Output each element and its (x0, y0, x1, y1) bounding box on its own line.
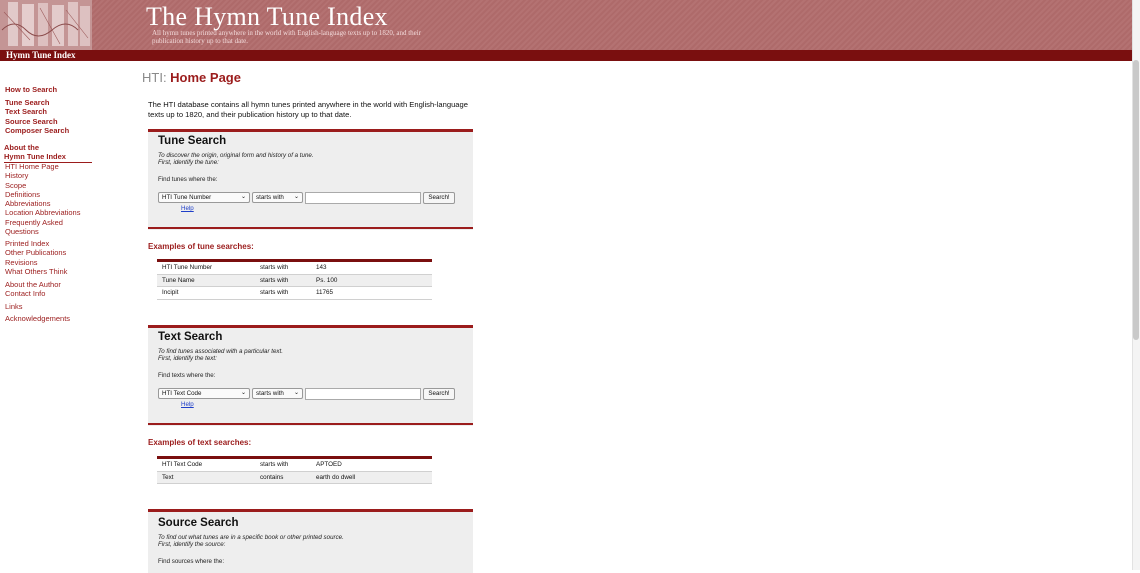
sidebar-item-acknowledgements[interactable]: Acknowledgements (5, 314, 70, 323)
tune-panel-bottom-rule (148, 227, 473, 229)
tune-field-select[interactable]: HTI Tune Number ⌄ (158, 192, 250, 203)
cell-field: HTI Text Code (162, 461, 203, 468)
sidebar-item-source-search[interactable]: Source Search (5, 117, 69, 126)
text-op-select[interactable]: starts with ⌄ (252, 388, 303, 399)
cell-field: Incipit (162, 289, 179, 296)
sidebar-item-location-abbreviations[interactable]: Location Abbreviations (5, 208, 80, 217)
text-search-desc2: First, identify the text: (158, 355, 217, 362)
text-search-panel: Text Search To find tunes associated wit… (148, 325, 473, 426)
page-title-prefix: HTI: (142, 70, 171, 85)
sidebar-item-faq-line2[interactable]: Questions (5, 227, 80, 236)
table-row[interactable]: HTI Text Code starts with APTOED (157, 459, 432, 472)
text-search-input[interactable] (305, 387, 421, 400)
sidebar-item-how-to-search[interactable]: How to Search (5, 85, 57, 94)
sidebar-group-author: About the Author Contact Info (5, 280, 61, 299)
tune-examples-heading: Examples of tune searches: (148, 242, 254, 251)
text-examples-heading: Examples of text searches: (148, 438, 252, 447)
text-op-select-value: starts with (256, 390, 284, 397)
cell-op: contains (260, 473, 284, 481)
header-bar (0, 50, 1132, 61)
sidebar-item-revisions[interactable]: Revisions (5, 258, 67, 267)
sidebar-item-scope[interactable]: Scope (5, 181, 80, 190)
text-field-select[interactable]: HTI Text Code ⌄ (158, 388, 250, 399)
tune-field-select-value: HTI Tune Number (162, 194, 212, 201)
chevron-down-icon: ⌄ (293, 194, 299, 200)
sidebar-item-faq[interactable]: Frequently Asked (5, 218, 80, 227)
sidebar-item-what-others-think[interactable]: What Others Think (5, 267, 67, 276)
sidebar-group-about: HTI Home Page History Scope Definitions … (5, 162, 80, 236)
source-search-panel: Source Search To find out what tunes are… (148, 509, 473, 573)
tune-search-button[interactable]: Search! (423, 191, 455, 204)
sidebar-about-line1: About the (4, 143, 39, 152)
sidebar-item-other-publications[interactable]: Other Publications (5, 248, 67, 257)
site-title: The Hymn Tune Index (146, 2, 388, 31)
header-bar-label[interactable]: Hymn Tune Index (6, 50, 76, 61)
sidebar-group-ack: Acknowledgements (5, 314, 70, 323)
cell-op: starts with (260, 276, 289, 284)
cell-op: starts with (260, 289, 289, 296)
source-search-title: Source Search (158, 517, 239, 529)
text-examples-table: HTI Text Code starts with APTOED Text co… (157, 456, 432, 484)
table-row[interactable]: HTI Tune Number starts with 143 (157, 262, 432, 275)
sidebar-item-abbreviations[interactable]: Abbreviations (5, 199, 80, 208)
chevron-down-icon: ⌄ (293, 390, 299, 396)
cell-value: 11765 (316, 289, 334, 296)
sidebar-item-contact-info[interactable]: Contact Info (5, 289, 61, 298)
text-search-title: Text Search (158, 331, 223, 343)
text-search-button[interactable]: Search! (423, 387, 455, 400)
table-row[interactable]: Incipit starts with 11765 (157, 287, 432, 300)
site-logo[interactable] (0, 0, 92, 50)
sidebar-item-printed-index[interactable]: Printed Index (5, 239, 67, 248)
sidebar-group-links: Links (5, 302, 23, 311)
sidebar-item-definitions[interactable]: Definitions (5, 190, 80, 199)
cell-field: Text (162, 473, 174, 481)
tune-search-desc2: First, identify the tune: (158, 159, 219, 166)
tune-op-select[interactable]: starts with ⌄ (252, 192, 303, 203)
text-help-link[interactable]: Help (181, 401, 194, 408)
table-row[interactable]: Tune Name starts with Ps. 100 (157, 274, 432, 287)
sidebar-item-text-search[interactable]: Text Search (5, 107, 69, 116)
sidebar-item-about-author[interactable]: About the Author (5, 280, 61, 289)
cell-op: starts with (260, 461, 289, 468)
page-title-text: Home Page (170, 70, 241, 85)
sidebar-item-history[interactable]: History (5, 171, 80, 180)
sidebar-item-tune-search[interactable]: Tune Search (5, 98, 69, 107)
chevron-down-icon: ⌄ (240, 194, 246, 200)
chevron-down-icon: ⌄ (240, 390, 246, 396)
tune-search-input[interactable] (305, 191, 421, 204)
tune-help-link[interactable]: Help (181, 205, 194, 212)
sidebar-group-how: How to Search (5, 85, 57, 94)
text-field-select-value: HTI Text Code (162, 390, 202, 397)
sidebar-group-publications: Printed Index Other Publications Revisio… (5, 239, 67, 276)
cell-value: APTOED (316, 461, 342, 468)
cell-op: starts with (260, 264, 289, 271)
cell-value: 143 (316, 264, 327, 271)
sidebar-group-search: Tune Search Text Search Source Search Co… (5, 98, 69, 135)
tune-search-title: Tune Search (158, 135, 227, 147)
sidebar-about-heading[interactable]: About the Hymn Tune Index (4, 143, 92, 163)
page-title: HTI: Home Page (142, 70, 241, 85)
text-search-find-label: Find texts where the: (158, 372, 216, 379)
cell-value: earth do dwell (316, 473, 356, 481)
scrollbar-thumb[interactable] (1133, 60, 1139, 340)
cell-field: Tune Name (162, 276, 195, 284)
tune-op-select-value: starts with (256, 194, 284, 201)
intro-text: The HTI database contains all hymn tunes… (148, 100, 468, 119)
tune-search-panel: Tune Search To discover the origin, orig… (148, 129, 473, 230)
tune-examples-table: HTI Tune Number starts with 143 Tune Nam… (157, 259, 432, 300)
source-search-find-label: Find sources where the: (158, 558, 225, 565)
cell-field: HTI Tune Number (162, 264, 213, 271)
site-subtitle: All hymn tunes printed anywhere in the w… (152, 29, 422, 45)
sidebar-item-home[interactable]: HTI Home Page (5, 162, 80, 171)
table-row[interactable]: Text contains earth do dwell (157, 471, 432, 484)
cell-value: Ps. 100 (316, 276, 338, 284)
tune-search-find-label: Find tunes where the: (158, 176, 218, 183)
source-search-desc2: First, identify the source: (158, 541, 226, 548)
sidebar-item-links[interactable]: Links (5, 302, 23, 311)
text-panel-bottom-rule (148, 423, 473, 425)
sidebar-item-composer-search[interactable]: Composer Search (5, 126, 69, 135)
sidebar-about-line2: Hymn Tune Index (4, 152, 66, 162)
